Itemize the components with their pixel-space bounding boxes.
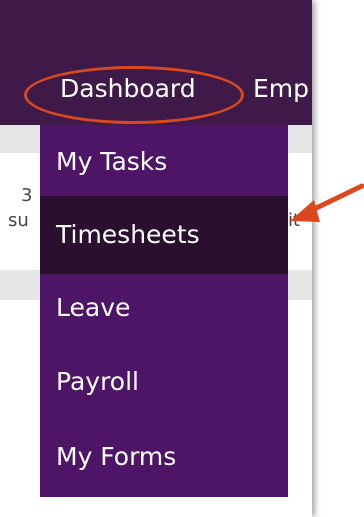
menu-item-my-tasks[interactable]: My Tasks xyxy=(40,146,288,178)
dashboard-dropdown-menu: My Tasks Timesheets Leave Payroll My For… xyxy=(40,125,288,497)
menu-item-my-forms[interactable]: My Forms xyxy=(40,441,288,473)
app-window: Dashboard Emp 3 su it My Tasks Timesheet… xyxy=(0,0,312,517)
menu-item-payroll[interactable]: Payroll xyxy=(40,366,288,398)
background-text-fragment: it xyxy=(288,210,301,231)
menu-item-leave[interactable]: Leave xyxy=(40,292,288,324)
screenshot-stage: Dashboard Emp 3 su it My Tasks Timesheet… xyxy=(0,0,364,517)
nav-item-dashboard[interactable]: Dashboard xyxy=(60,73,196,105)
background-text-fragment: su xyxy=(8,210,29,231)
menu-item-timesheets[interactable]: Timesheets xyxy=(40,196,288,274)
background-text-fragment: 3 xyxy=(21,185,33,206)
nav-item-employees[interactable]: Emp xyxy=(253,73,309,105)
top-navigation-bar: Dashboard Emp xyxy=(0,0,312,125)
